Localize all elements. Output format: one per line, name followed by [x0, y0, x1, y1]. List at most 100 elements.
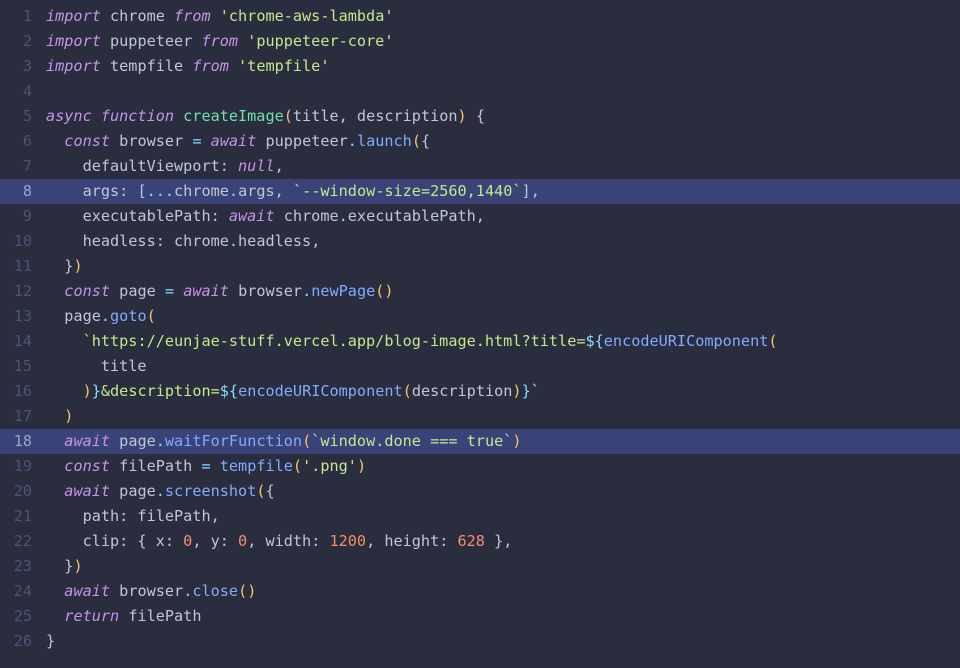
token-id: [46, 407, 64, 425]
line-number: 15: [0, 354, 40, 379]
token-par: ): [73, 557, 82, 575]
token-num: 0: [238, 532, 247, 550]
token-str: 'puppeteer-core': [247, 32, 393, 50]
token-kw: await: [64, 582, 119, 600]
line-number: 26: [0, 629, 40, 654]
token-fn: newPage: [311, 282, 375, 300]
token-id: [46, 132, 64, 150]
token-id: }: [46, 557, 73, 575]
token-par: (: [147, 307, 156, 325]
token-kw: return: [64, 607, 128, 625]
token-par: (: [256, 482, 265, 500]
code-line: const browser = await puppeteer.launch({: [40, 129, 960, 154]
line-number: 13: [0, 304, 40, 329]
token-op: =: [192, 132, 210, 150]
token-op: .: [302, 282, 311, 300]
token-str: `https://eunjae-stuff.vercel.app/blog-im…: [83, 332, 586, 350]
token-op: ...: [147, 182, 174, 200]
token-kw: const: [64, 132, 119, 150]
token-id: executablePath:: [46, 207, 229, 225]
code-line: args: [...chrome.args, `--window-size=25…: [40, 179, 960, 204]
token-id: ]: [522, 182, 531, 200]
token-id: ,: [339, 107, 357, 125]
code-line: await page.screenshot({: [40, 479, 960, 504]
token-str: 'tempfile': [238, 57, 329, 75]
token-id: browser: [119, 582, 183, 600]
token-id: },: [485, 532, 512, 550]
token-id: [46, 382, 83, 400]
token-id: browser: [238, 282, 302, 300]
code-line: import chrome from 'chrome-aws-lambda': [40, 4, 960, 29]
code-line: )}&description=${encodeURIComponent(desc…: [40, 379, 960, 404]
token-id: [46, 282, 64, 300]
token-id: , height:: [366, 532, 457, 550]
code-line: }: [40, 629, 960, 654]
token-id: title: [46, 357, 147, 375]
token-op: .: [101, 307, 110, 325]
token-kw: const: [64, 457, 119, 475]
line-number: 2: [0, 29, 40, 54]
token-fn: launch: [357, 132, 412, 150]
token-id: executablePath: [348, 207, 476, 225]
line-number: 19: [0, 454, 40, 479]
line-number: 3: [0, 54, 40, 79]
code-line: headless: chrome.headless,: [40, 229, 960, 254]
token-kw: await: [64, 432, 119, 450]
code-line: `https://eunjae-stuff.vercel.app/blog-im…: [40, 329, 960, 354]
code-line: [40, 79, 960, 104]
token-id: page: [119, 482, 156, 500]
token-op: =: [165, 282, 183, 300]
line-number: 17: [0, 404, 40, 429]
line-number: 18: [0, 429, 40, 454]
token-op: ${: [220, 382, 238, 400]
token-id: page: [119, 282, 165, 300]
token-par: ): [73, 257, 82, 275]
code-line: executablePath: await chrome.executableP…: [40, 204, 960, 229]
token-id: chrome: [174, 182, 229, 200]
token-decl: createImage: [183, 107, 284, 125]
token-id: [46, 482, 64, 500]
token-par: ): [357, 457, 366, 475]
line-number: 23: [0, 554, 40, 579]
code-line: ): [40, 404, 960, 429]
code-line: await browser.close(): [40, 579, 960, 604]
line-number: 21: [0, 504, 40, 529]
token-id: ,: [476, 207, 485, 225]
token-id: headless: [238, 232, 311, 250]
token-op: ${: [585, 332, 603, 350]
token-fn: encodeURIComponent: [238, 382, 403, 400]
line-number: 6: [0, 129, 40, 154]
token-op: .: [156, 482, 165, 500]
token-id: [46, 457, 64, 475]
token-id: chrome: [110, 7, 174, 25]
line-number: 11: [0, 254, 40, 279]
token-id: ,: [531, 182, 540, 200]
token-id: {: [467, 107, 485, 125]
token-id: [46, 332, 83, 350]
token-id: }: [46, 632, 55, 650]
token-par: ): [64, 407, 73, 425]
token-kw: from: [192, 57, 238, 75]
token-id: puppeteer: [266, 132, 348, 150]
token-id: {: [421, 132, 430, 150]
token-str: `--window-size=2560,1440`: [293, 182, 522, 200]
token-par: (: [403, 382, 412, 400]
line-number: 9: [0, 204, 40, 229]
line-number-gutter: 1234567891011121314151617181920212223242…: [0, 4, 40, 654]
token-par: (: [302, 432, 311, 450]
code-line: await page.waitForFunction(`window.done …: [40, 429, 960, 454]
line-number: 24: [0, 579, 40, 604]
token-par: (): [238, 582, 256, 600]
token-id: description: [357, 107, 458, 125]
token-id: ,: [275, 157, 284, 175]
code-line: const filePath = tempfile('.png'): [40, 454, 960, 479]
token-fn: waitForFunction: [165, 432, 302, 450]
token-id: args:: [46, 182, 137, 200]
token-str: `: [531, 382, 540, 400]
token-id: [46, 607, 64, 625]
token-id: }: [46, 257, 73, 275]
token-par: ): [458, 107, 467, 125]
token-id: headless: chrome: [46, 232, 229, 250]
code-line: const page = await browser.newPage(): [40, 279, 960, 304]
token-par: (: [293, 457, 302, 475]
